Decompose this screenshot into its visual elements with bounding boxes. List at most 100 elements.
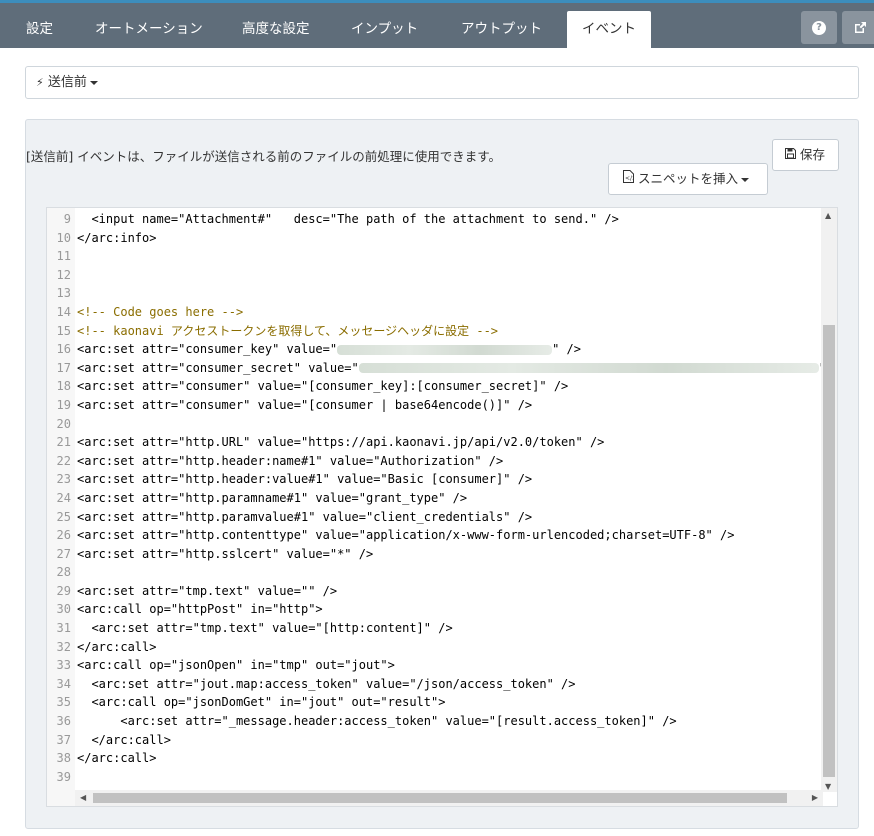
code-line[interactable]: 22 <arc:set attr="http.header:name#1" val…: [47, 452, 823, 471]
line-number: 29: [56, 583, 71, 598]
code-text: <arc:set attr="http.header:name#1" value…: [77, 453, 504, 468]
line-number: 25: [56, 509, 71, 524]
line-number: 37: [56, 732, 71, 747]
vertical-scroll-thumb[interactable]: [823, 325, 835, 777]
code-line[interactable]: 17 <arc:set attr="consumer_secret" value=…: [47, 359, 837, 378]
code-line[interactable]: 14 <!-- Code goes here -->: [47, 303, 823, 322]
code-line[interactable]: 11: [47, 247, 823, 266]
code-comment: <!-- Code goes here -->: [77, 304, 244, 319]
code-text: <arc:set attr="consumer" value="[consume…: [77, 397, 533, 412]
code-text: <arc:set attr="consumer" value="[consume…: [77, 379, 569, 394]
code-line[interactable]: 9 <input name="Attachment#" desc="The pa…: [47, 210, 823, 229]
insert-snippet-button[interactable]: </> スニペットを挿入: [608, 163, 768, 195]
svg-text:</>: </>: [625, 175, 634, 182]
code-line[interactable]: 15 <!-- kaonavi アクセストークンを取得して、メッセージヘッダに設定…: [47, 322, 823, 341]
code-text: <arc:call op="httpPost" in="http">: [77, 602, 323, 617]
line-number: 24: [56, 490, 71, 505]
line-number: 35: [56, 695, 71, 710]
save-button-label: 保存: [800, 147, 826, 162]
line-number: 34: [56, 676, 71, 691]
save-button[interactable]: 保存: [772, 139, 839, 171]
line-number: 15: [56, 323, 71, 338]
lightning-icon: ⚡: [36, 76, 44, 89]
tab-input[interactable]: インプット: [337, 11, 432, 48]
line-number: 18: [56, 379, 71, 394]
line-number: 23: [56, 472, 71, 487]
code-line[interactable]: 38 </arc:call>: [47, 749, 823, 768]
code-text: <arc:call op="jsonOpen" in="tmp" out="jo…: [77, 658, 395, 673]
horizontal-scroll-thumb[interactable]: [93, 793, 787, 803]
code-line[interactable]: 31 <arc:set attr="tmp.text" value="[http…: [47, 619, 823, 638]
line-number: 16: [56, 342, 71, 357]
code-text: </arc:call>: [77, 751, 157, 766]
code-line[interactable]: 33 <arc:call op="jsonOpen" in="tmp" out="…: [47, 656, 823, 675]
line-number: 9: [63, 212, 71, 226]
scroll-down-arrow-icon[interactable]: ▼: [825, 782, 831, 791]
code-line[interactable]: 39: [47, 768, 823, 787]
code-line[interactable]: 27 <arc:set attr="http.sslcert" value="*"…: [47, 545, 823, 564]
code-line[interactable]: 36 <arc:set attr="_message.header:access…: [47, 712, 823, 731]
tab-events[interactable]: イベント: [567, 11, 651, 51]
external-link-icon: [855, 21, 866, 33]
redacted-value: [358, 363, 819, 374]
line-number: 11: [56, 249, 71, 264]
code-text: <arc:set attr="http.paramvalue#1" value=…: [77, 509, 533, 524]
code-line[interactable]: 13: [47, 284, 823, 303]
external-link-button[interactable]: [842, 11, 874, 44]
line-number: 30: [56, 602, 71, 617]
code-line[interactable]: 26 <arc:set attr="http.contenttype" value…: [47, 526, 823, 545]
code-line[interactable]: 18 <arc:set attr="consumer" value="[consu…: [47, 377, 823, 396]
line-number: 10: [56, 230, 71, 245]
code-text: <arc:set attr="jout.map:access_token" va…: [77, 676, 576, 691]
line-number: 19: [56, 397, 71, 412]
redacted-value: [337, 344, 553, 355]
code-line[interactable]: 24 <arc:set attr="http.paramname#1" value…: [47, 489, 823, 508]
chevron-down-icon: [89, 80, 98, 85]
help-button[interactable]: ?: [801, 11, 837, 44]
code-editor[interactable]: 9 <input name="Attachment#" desc="The pa…: [46, 207, 838, 807]
code-line[interactable]: 30 <arc:call op="httpPost" in="http">: [47, 600, 823, 619]
code-text-tail: " />: [552, 342, 581, 357]
code-lines[interactable]: 9 <input name="Attachment#" desc="The pa…: [47, 210, 837, 787]
code-line[interactable]: 25 <arc:set attr="http.paramvalue#1" valu…: [47, 508, 823, 527]
line-number: 26: [56, 528, 71, 543]
line-number: 21: [56, 435, 71, 450]
code-text: <arc:set attr="consumer_key" value=": [77, 342, 338, 357]
code-comment: <!-- kaonavi アクセストークンを取得して、メッセージヘッダに設定 -…: [77, 323, 499, 338]
code-line[interactable]: 23 <arc:set attr="http.header:value#1" va…: [47, 470, 823, 489]
vertical-scrollbar[interactable]: ▲ ▼: [821, 208, 837, 792]
line-number: 36: [56, 714, 71, 729]
scroll-up-arrow-icon[interactable]: ▲: [825, 211, 831, 220]
event-description: [送信前] イベントは、ファイルが送信される前のファイルの前処理に使用できます。: [26, 149, 501, 164]
horizontal-scrollbar[interactable]: ◀ ▶: [75, 790, 823, 806]
line-number: 31: [56, 621, 71, 636]
event-selector-dropdown[interactable]: ⚡ 送信前: [25, 66, 859, 99]
code-line[interactable]: 10 </arc:info>: [47, 229, 823, 248]
code-line[interactable]: 21 <arc:set attr="http.URL" value="https:…: [47, 433, 823, 452]
code-line[interactable]: 20: [47, 415, 823, 434]
scroll-right-arrow-icon[interactable]: ▶: [812, 793, 818, 802]
top-tab-bar: 設定 オートメーション 高度な設定 インプット アウトプット イベント ?: [0, 0, 874, 51]
code-line[interactable]: 16 <arc:set attr="consumer_key" value=" " …: [47, 340, 823, 359]
code-line[interactable]: 32 </arc:call>: [47, 638, 823, 657]
tab-advanced-settings[interactable]: 高度な設定: [228, 11, 324, 48]
code-text: </arc:call>: [77, 639, 157, 654]
code-text: <arc:set attr="tmp.text" value="" />: [77, 583, 338, 598]
code-line[interactable]: 35 <arc:call op="jsonDomGet" in="jout" o…: [47, 693, 823, 712]
code-text: </arc:info>: [77, 230, 157, 245]
help-icon: ?: [812, 20, 826, 35]
code-line[interactable]: 37 </arc:call>: [47, 731, 823, 750]
tab-automation[interactable]: オートメーション: [81, 11, 217, 48]
tab-output[interactable]: アウトプット: [447, 11, 556, 48]
code-line[interactable]: 12: [47, 266, 823, 285]
code-line[interactable]: 28: [47, 563, 823, 582]
code-line[interactable]: 29 <arc:set attr="tmp.text" value="" />: [47, 582, 823, 601]
code-text: <input name="Attachment#" desc="The path…: [77, 212, 619, 226]
scroll-left-arrow-icon[interactable]: ◀: [80, 793, 86, 802]
tab-settings[interactable]: 設定: [12, 11, 67, 48]
code-line[interactable]: 34 <arc:set attr="jout.map:access_token"…: [47, 675, 823, 694]
save-icon: [783, 140, 797, 170]
insert-snippet-label: スニペットを挿入: [638, 171, 739, 186]
code-line[interactable]: 19 <arc:set attr="consumer" value="[consu…: [47, 396, 823, 415]
line-number: 22: [56, 453, 71, 468]
